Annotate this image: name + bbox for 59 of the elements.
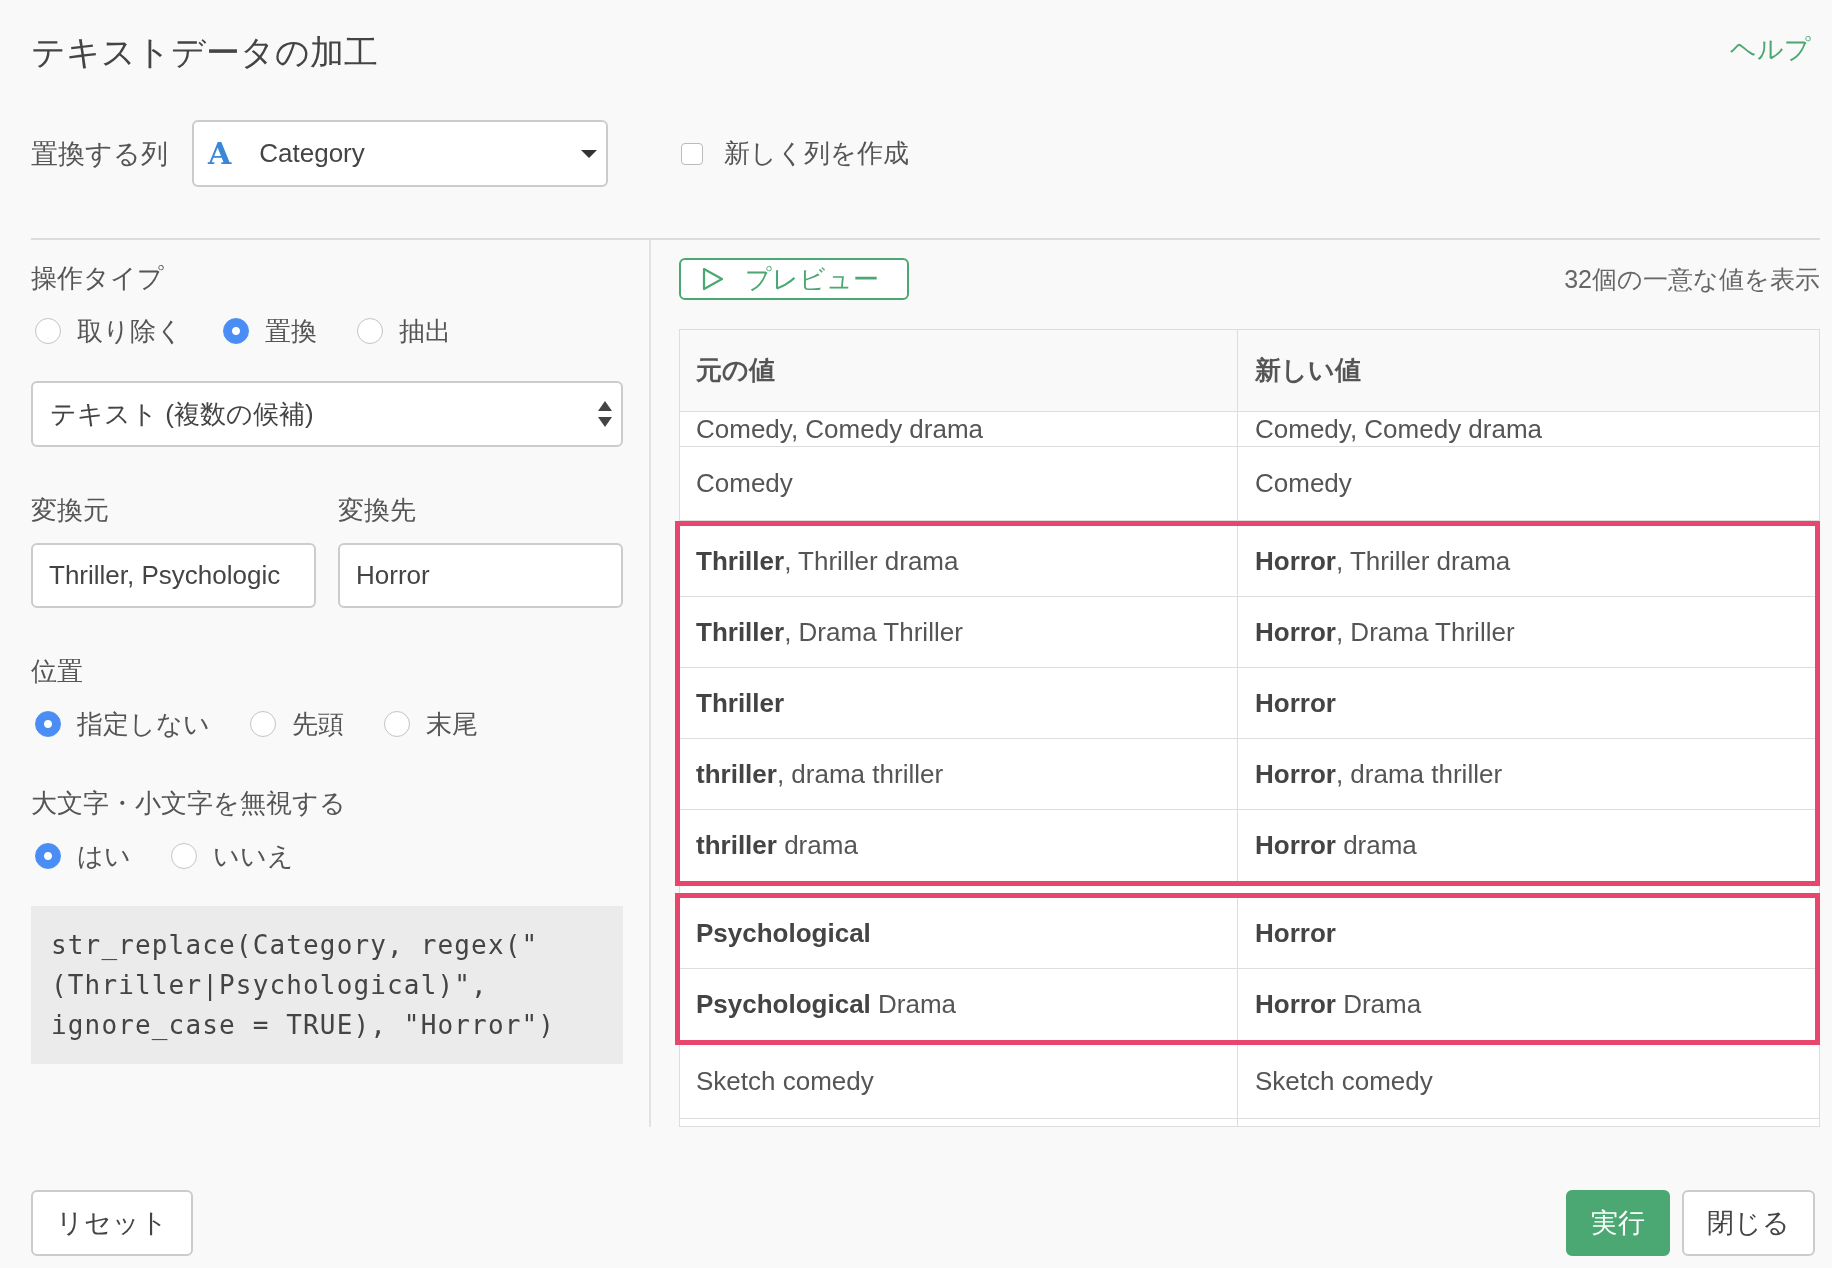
table-cell: thriller, drama thriller	[680, 739, 1238, 809]
table-cell-text: Horror, Drama Thriller	[1254, 615, 1516, 649]
text-type-icon: A	[208, 138, 232, 169]
table-cell: Psychological	[680, 898, 1238, 968]
table-cell: Thriller, Thriller drama	[680, 526, 1238, 596]
reset-button[interactable]: リセット	[31, 1190, 193, 1256]
radio-option[interactable]: 末尾	[384, 708, 478, 740]
value-count: 32個の一意な値を表示	[1564, 263, 1820, 295]
column-header: 元の値	[680, 330, 1238, 411]
radio-icon[interactable]	[357, 318, 383, 344]
radio-option[interactable]: 置換	[223, 315, 317, 347]
table-cell-text: Horror drama	[1254, 829, 1418, 862]
radio-icon[interactable]	[384, 711, 410, 737]
field-label: 変換先	[338, 494, 417, 526]
radio-option[interactable]: 指定しない	[35, 708, 210, 740]
radio-icon[interactable]	[35, 843, 61, 869]
table-cell-text: Horror, drama thriller	[1254, 757, 1504, 791]
radio-option[interactable]: 先頭	[250, 708, 344, 740]
section-label: 大文字・小文字を無視する	[31, 787, 347, 819]
table-cell: Psychological Drama	[680, 969, 1238, 1040]
table-cell-text: Comedy, Comedy drama	[1254, 413, 1544, 446]
text-input[interactable]: Horror	[338, 543, 623, 608]
play-icon	[702, 267, 724, 291]
table-cell: Comedy	[680, 447, 1238, 520]
column-header: 新しい値	[1254, 354, 1362, 387]
table-cell-text: Horror Drama	[1254, 988, 1423, 1021]
text-input[interactable]: Thriller, Psychologic	[31, 543, 316, 608]
radio-option[interactable]: 取り除く	[35, 315, 183, 347]
radio-icon[interactable]	[35, 711, 61, 737]
section-label: 位置	[31, 655, 84, 687]
radio-icon[interactable]	[171, 843, 197, 869]
close-button[interactable]: 閉じる	[1682, 1190, 1815, 1256]
table-cell-text: Horror, Thriller drama	[1254, 544, 1512, 578]
sort-arrows-icon	[598, 401, 612, 427]
radio-option[interactable]: はい	[35, 840, 131, 872]
radio-option[interactable]: いいえ	[171, 840, 294, 872]
table-cell-text: Sketch comedy	[1254, 1065, 1434, 1098]
table-cell: Thriller, Drama Thriller	[680, 597, 1238, 667]
caret-icon	[581, 149, 597, 158]
new-column-checkbox[interactable]: 新しく列を作成	[681, 136, 909, 171]
radio-icon[interactable]	[223, 318, 249, 344]
section-label: 操作タイプ	[31, 262, 165, 294]
table-cell-text: Horror	[1254, 916, 1337, 950]
checkbox-icon[interactable]	[681, 142, 703, 165]
field-label: 置換する列	[31, 137, 168, 171]
table-cell-text: Comedy	[1254, 467, 1353, 500]
radio-icon[interactable]	[250, 711, 276, 737]
table-cell: thriller drama	[680, 810, 1238, 881]
radio-icon[interactable]	[35, 318, 61, 344]
match-select[interactable]: テキスト (複数の候補)	[31, 381, 623, 447]
radio-option[interactable]: 抽出	[357, 315, 451, 347]
column-select[interactable]: A Category	[192, 120, 608, 187]
field-label: 変換元	[31, 494, 110, 526]
table-cell: Thriller	[680, 668, 1238, 738]
dialog-title: テキストデータの加工	[31, 32, 378, 73]
table-cell: Comedy, Comedy drama	[680, 412, 1238, 446]
table-cell-text: Horror	[1254, 686, 1337, 720]
table-cell: Sketch comedy	[680, 1045, 1238, 1118]
code-preview: str_replace(Category, regex(" (Thriller|Psychological)", ignore_case = TRUE), "Horror")	[31, 906, 623, 1064]
